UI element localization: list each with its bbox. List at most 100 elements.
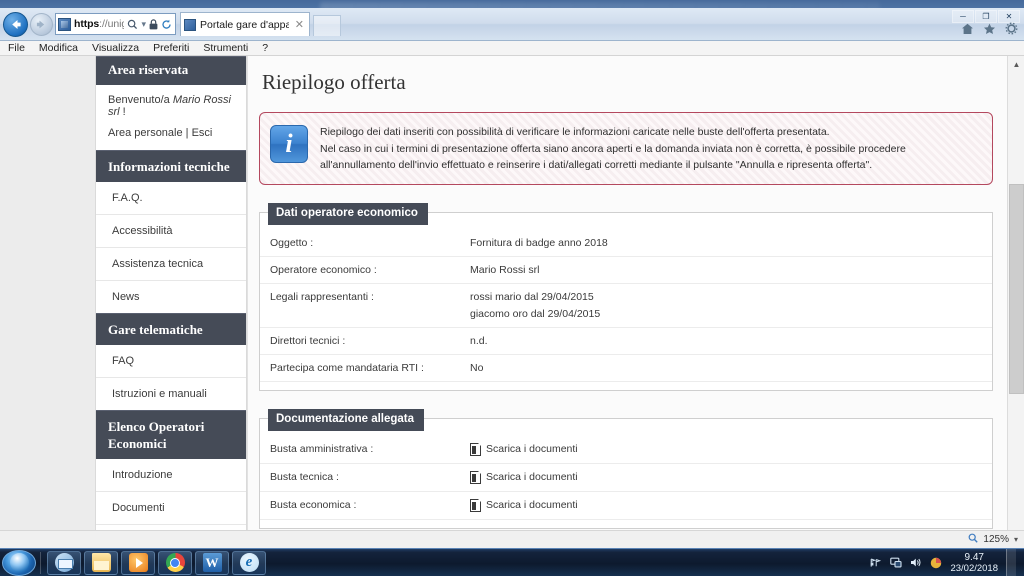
- volume-icon[interactable]: [910, 557, 922, 568]
- row-value: n.d.: [460, 327, 992, 355]
- refresh-icon[interactable]: [161, 19, 172, 30]
- welcome-prefix: Benvenuto/a: [108, 94, 173, 106]
- sidebar-item-istruzioni-e-manuali[interactable]: Istruzioni e manuali: [96, 378, 246, 410]
- download-link-label: Scarica i documenti: [486, 471, 578, 483]
- download-link-busta-tecnica[interactable]: Scarica i documenti: [470, 470, 992, 484]
- internet-explorer-icon: e: [239, 553, 259, 572]
- table-row: Busta amministrativa : Scarica i documen…: [260, 435, 992, 464]
- sidebar-personal-area-link[interactable]: Area personale | Esci: [96, 127, 246, 150]
- sidebar-welcome: Benvenuto/a Mario Rossi srl !: [96, 85, 246, 127]
- tab-close-icon[interactable]: ✕: [293, 18, 306, 31]
- browser-toolbar: https://unigarewe… ▾ Portale gare d'appa…: [0, 8, 1024, 41]
- table-row: Busta economica : Scarica i documenti: [260, 491, 992, 520]
- download-link-busta-amministrativa[interactable]: Scarica i documenti: [470, 442, 992, 456]
- table-row: Operatore economico : Mario Rossi srl: [260, 256, 992, 284]
- system-tray: 9.47 23/02/2018: [870, 548, 1024, 576]
- action-center-icon[interactable]: [930, 557, 942, 569]
- sidebar-item-faq-dot[interactable]: F.A.Q.: [96, 182, 246, 215]
- download-link-busta-economica[interactable]: Scarica i documenti: [470, 498, 992, 512]
- display-icon[interactable]: [890, 557, 903, 568]
- address-bar-url: https://unigarewe…: [74, 18, 124, 30]
- sidebar-header-area-riservata: Area riservata: [96, 56, 246, 85]
- row-label: Busta tecnica :: [260, 463, 460, 492]
- taskbar-ie-button[interactable]: e: [232, 550, 266, 575]
- settings-gear-icon[interactable]: [1005, 22, 1018, 35]
- row-value: Scarica i documenti: [460, 435, 992, 464]
- sidebar-item-faq-2[interactable]: FAQ: [96, 525, 246, 530]
- clock-date: 23/02/2018: [950, 562, 998, 574]
- menu-strumenti[interactable]: Strumenti: [203, 42, 248, 54]
- taskbar-mail-button[interactable]: [47, 550, 81, 575]
- taskbar-explorer-button[interactable]: [84, 550, 118, 575]
- menu-file[interactable]: File: [8, 42, 25, 54]
- download-link-label: Scarica i documenti: [486, 443, 578, 455]
- sidebar-header-elenco-operatori-economici: Elenco Operatori Economici: [96, 410, 246, 459]
- show-desktop-button[interactable]: [1006, 548, 1016, 576]
- sidebar-item-news[interactable]: News: [96, 281, 246, 313]
- row-value-line-2: giacomo oro dal 29/04/2015: [470, 307, 601, 320]
- sidebar-item-introduzione[interactable]: Introduzione: [96, 459, 246, 492]
- home-icon[interactable]: [961, 23, 974, 35]
- info-icon: i: [270, 125, 308, 163]
- menu-visualizza[interactable]: Visualizza: [92, 42, 139, 54]
- info-line-2: Nel caso in cui i termini di presentazio…: [320, 142, 906, 155]
- taskbar-media-player-button[interactable]: [121, 550, 155, 575]
- scrollbar-thumb[interactable]: [1009, 184, 1024, 394]
- url-scheme: https: [74, 18, 100, 30]
- forward-button[interactable]: [30, 13, 53, 36]
- dropdown-caret-icon[interactable]: ▾: [141, 19, 146, 30]
- page-scrollbar-vertical[interactable]: ▲: [1007, 56, 1024, 530]
- scroll-up-arrow-icon[interactable]: ▲: [1008, 56, 1024, 73]
- windows-taskbar: W e 9.47 23/02/2018: [0, 548, 1024, 576]
- document-icon: [470, 498, 482, 512]
- row-label: Busta economica :: [260, 491, 460, 520]
- sidebar: Area riservata Benvenuto/a Mario Rossi s…: [95, 56, 247, 530]
- operatore-table: Oggetto : Fornitura di badge anno 2018 O…: [260, 229, 992, 382]
- browser-window: https://unigarewe… ▾ Portale gare d'appa…: [0, 8, 1024, 548]
- section-legend-documentazione: Documentazione allegata: [268, 408, 425, 431]
- favorites-icon[interactable]: [983, 23, 996, 35]
- menu-preferiti[interactable]: Preferiti: [153, 42, 189, 54]
- back-button[interactable]: [3, 12, 28, 37]
- browser-status-bar: 125% ▾: [0, 530, 1024, 548]
- info-banner-text: Riepilogo dei dati inseriti con possibil…: [320, 123, 906, 174]
- page-viewport: Area riservata Benvenuto/a Mario Rossi s…: [0, 56, 1024, 530]
- chrome-icon: [165, 553, 185, 572]
- sidebar-item-accessibilita[interactable]: Accessibilità: [96, 215, 246, 248]
- menu-modifica[interactable]: Modifica: [39, 42, 78, 54]
- browser-tab-new[interactable]: [313, 15, 341, 36]
- section-documentazione-allegata: Documentazione allegata Busta amministra…: [259, 408, 993, 529]
- media-player-icon: [128, 553, 148, 572]
- search-icon[interactable]: [127, 19, 138, 30]
- sidebar-item-assistenza-tecnica[interactable]: Assistenza tecnica: [96, 248, 246, 281]
- taskbar-word-button[interactable]: W: [195, 550, 229, 575]
- taskbar-separator: [40, 551, 41, 574]
- tab-favicon-icon: [184, 18, 196, 31]
- row-value: No: [460, 354, 992, 382]
- network-icon[interactable]: [870, 557, 882, 568]
- sidebar-item-faq[interactable]: FAQ: [96, 345, 246, 378]
- table-row: Busta tecnica : Scarica i documenti: [260, 463, 992, 492]
- taskbar-chrome-button[interactable]: [158, 550, 192, 575]
- sidebar-item-documenti[interactable]: Documenti: [96, 492, 246, 525]
- table-row: Direttori tecnici : n.d.: [260, 327, 992, 355]
- row-value: Mario Rossi srl: [460, 256, 992, 284]
- taskbar-clock[interactable]: 9.47 23/02/2018: [950, 552, 998, 574]
- word-icon: W: [202, 553, 222, 572]
- windows-logo-icon: [9, 553, 29, 572]
- address-bar[interactable]: https://unigarewe… ▾: [55, 13, 176, 35]
- zoom-level[interactable]: 125%: [983, 534, 1009, 545]
- zoom-dropdown-caret-icon[interactable]: ▾: [1014, 535, 1018, 544]
- info-banner: i Riepilogo dei dati inseriti con possib…: [259, 112, 993, 185]
- info-line-3: all'annullamento dell'invio effettuato e…: [320, 159, 873, 171]
- section-dati-operatore-economico: Dati operatore economico Oggetto : Forni…: [259, 202, 993, 391]
- download-link-label: Scarica i documenti: [486, 499, 578, 511]
- browser-tab-active[interactable]: Portale gare d'appalto ✕: [180, 12, 310, 36]
- menu-help[interactable]: ?: [262, 42, 268, 54]
- sidebar-header-gare-telematiche: Gare telematiche: [96, 313, 246, 345]
- main-content: Riepilogo offerta i Riepilogo dei dati i…: [247, 56, 1007, 530]
- start-button[interactable]: [2, 549, 36, 576]
- info-line-1: Riepilogo dei dati inseriti con possibil…: [320, 126, 830, 138]
- web-page: Area riservata Benvenuto/a Mario Rossi s…: [0, 56, 1007, 530]
- browser-menubar: File Modifica Visualizza Preferiti Strum…: [0, 41, 1024, 56]
